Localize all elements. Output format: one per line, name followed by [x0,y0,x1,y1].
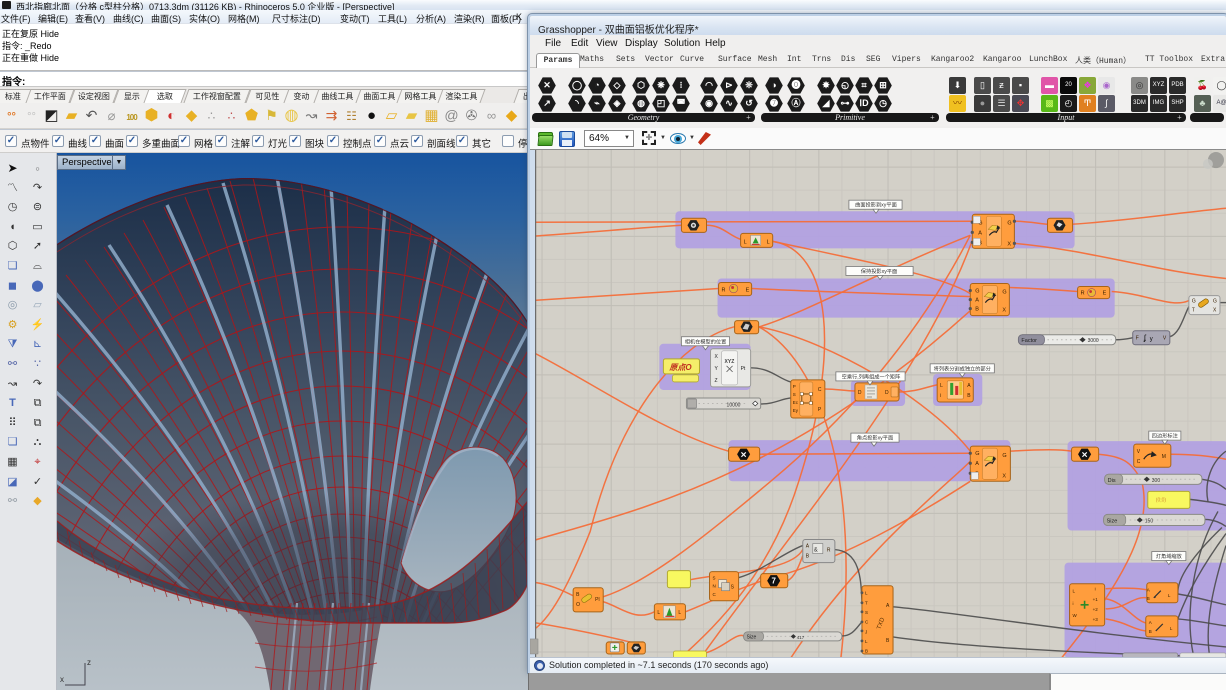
svg-text:Pl: Pl [595,597,599,603]
svg-text:X: X [1002,473,1006,479]
svg-text:L: L [657,610,660,616]
svg-text:3000: 3000 [1088,338,1099,344]
svg-text:XYZ: XYZ [725,359,735,365]
svg-text:A: A [978,230,982,236]
svg-text:B: B [975,307,979,313]
svg-text:W: W [1073,613,1078,618]
svg-text:G: G [1002,453,1006,459]
svg-text:N: N [713,584,716,589]
svg-text:X: X [1002,308,1006,314]
svg-text:+2: +2 [1093,607,1099,612]
svg-text:相机在模型的位置: 相机在模型的位置 [685,337,727,345]
svg-text:✕: ✕ [740,451,747,460]
svg-text:G: G [1007,220,1011,226]
svg-text:(0;0): (0;0) [1156,497,1167,503]
svg-text:+3: +3 [1093,617,1099,622]
svg-text:L: L [678,610,681,616]
svg-text:C: C [818,387,822,393]
svg-text:L: L [940,383,943,389]
svg-text:D: D [885,390,889,396]
svg-text:Pt: Pt [741,366,746,372]
svg-text:E: E [746,288,750,294]
svg-text:S: S [865,610,868,615]
svg-text:X: X [1007,241,1011,247]
svg-text:7: 7 [771,577,776,586]
svg-text:将列表分割成独立的部分: 将列表分割成独立的部分 [934,364,991,372]
svg-text:L: L [744,239,747,245]
svg-text:F: F [1136,336,1139,342]
svg-text:O: O [576,602,580,608]
svg-text:保持投影xy平面: 保持投影xy平面 [861,267,897,275]
svg-text:A: A [975,298,979,304]
svg-text:Factor: Factor [1021,338,1037,344]
svg-text:150: 150 [1145,518,1154,524]
svg-text:T: T [865,600,868,605]
svg-text:D: D [858,390,862,396]
svg-text:x: x [60,675,64,684]
svg-text:i: i [940,393,941,399]
svg-text:&: & [814,548,818,554]
svg-text:空乘行,列再组成一个矩阵: 空乘行,列再组成一个矩阵 [842,372,901,380]
svg-text:G: G [975,451,979,457]
svg-text:G: G [1213,299,1217,305]
svg-text:G: G [1002,290,1006,296]
svg-text:R: R [827,548,831,554]
svg-text:B: B [865,649,868,654]
svg-text:✕: ✕ [1081,451,1088,460]
svg-text:i: i [1095,587,1096,592]
svg-text:原点O: 原点O [668,363,692,372]
svg-text:Ey: Ey [793,408,799,413]
svg-text:y: y [1150,337,1153,343]
svg-text:M: M [1162,454,1166,460]
svg-text:S: S [713,576,716,581]
svg-text:L: L [767,239,770,245]
svg-text:J: J [865,629,867,634]
svg-text:z: z [87,658,91,667]
svg-text:G: G [975,289,979,295]
svg-text:Dis: Dis [1108,478,1116,484]
svg-text:B: B [1149,629,1152,634]
svg-text:四边形标注: 四边形标注 [1152,432,1178,440]
svg-text:T: T [1192,308,1195,314]
svg-text:Size: Size [747,634,757,640]
svg-text:10000: 10000 [727,403,741,409]
svg-text:角点投影xy平面: 角点投影xy平面 [857,434,893,442]
svg-text:Size: Size [1107,518,1118,524]
svg-text:G: G [1192,299,1196,305]
svg-text:300: 300 [1152,478,1161,484]
svg-text:曲面投影到xy平面: 曲面投影到xy平面 [855,201,897,209]
svg-text:灯角域缩放: 灯角域缩放 [1156,552,1183,560]
svg-text:i: i [1073,601,1074,606]
svg-text:+1: +1 [1093,597,1099,602]
svg-text:C: C [1137,459,1141,465]
svg-text:Z: Z [715,378,718,384]
svg-text:S: S [793,392,796,397]
svg-text:417: 417 [797,635,805,640]
svg-text:A: A [975,461,979,467]
svg-text:P: P [793,384,796,389]
svg-text:E: E [1103,291,1107,297]
svg-text:B: B [1147,596,1150,601]
svg-text:Ec: Ec [793,400,799,405]
svg-text:R: R [722,288,726,294]
svg-text:A: A [1149,620,1152,625]
svg-text:A: A [1147,588,1150,593]
svg-text:R: R [1081,291,1085,297]
